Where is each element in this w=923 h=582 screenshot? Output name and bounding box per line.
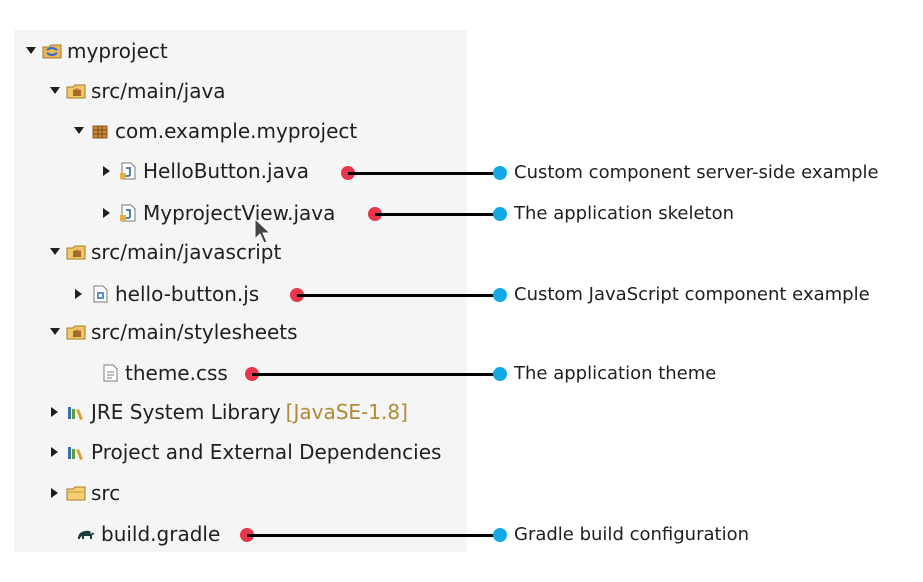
gradle-elephant-icon <box>76 524 96 544</box>
java-file-icon <box>118 203 138 223</box>
tree-item-myproject[interactable]: myproject <box>24 31 168 71</box>
package-icon <box>90 121 110 141</box>
folder-icon <box>66 483 86 503</box>
callout-end-marker <box>493 288 507 302</box>
tree-item-label: com.example.myproject <box>115 119 358 143</box>
tree-item-src-main-java[interactable]: src/main/java <box>48 71 226 111</box>
expand-arrow-down-icon[interactable] <box>72 124 86 138</box>
tree-item-label: build.gradle <box>101 522 221 546</box>
callout-end-marker <box>493 367 507 381</box>
tree-item-label: theme.css <box>125 361 228 385</box>
expand-arrow-right-icon[interactable] <box>48 445 62 459</box>
expand-arrow-down-icon[interactable] <box>48 325 62 339</box>
tree-item-project-external-dependencies[interactable]: Project and External Dependencies <box>48 432 441 472</box>
expand-arrow-right-icon[interactable] <box>72 287 86 301</box>
callout-connector-line <box>348 172 500 175</box>
tree-item-package[interactable]: com.example.myproject <box>72 111 357 151</box>
tree-item-hello-button-js[interactable]: hello-button.js <box>72 274 259 314</box>
expand-arrow-right-icon[interactable] <box>48 405 62 419</box>
callout-connector-line <box>297 294 500 297</box>
tree-item-label: JRE System Library <box>91 400 281 424</box>
tree-item-myprojectview-java[interactable]: MyprojectView.java <box>100 193 335 233</box>
css-file-icon <box>100 363 120 383</box>
callout-end-marker <box>493 166 507 180</box>
tree-item-label: MyprojectView.java <box>143 201 336 225</box>
callout-label: Gradle build configuration <box>514 524 749 545</box>
tree-item-label: src/main/stylesheets <box>91 320 298 344</box>
expand-arrow-right-icon[interactable] <box>100 206 114 220</box>
java-file-icon <box>118 161 138 181</box>
tree-item-label: myproject <box>67 39 168 63</box>
callout-connector-line <box>252 373 500 376</box>
tree-item-src-main-javascript[interactable]: src/main/javascript <box>48 232 281 272</box>
expand-arrow-down-icon[interactable] <box>24 44 38 58</box>
tree-item-jre-system-library[interactable]: JRE System Library [JavaSE-1.8] <box>48 392 408 432</box>
tree-item-build-gradle[interactable]: build.gradle <box>58 514 220 554</box>
callout-label: Custom JavaScript component example <box>514 284 870 305</box>
expand-arrow-down-icon[interactable] <box>48 245 62 259</box>
callout-end-marker <box>493 207 507 221</box>
mouse-cursor-icon <box>254 217 272 248</box>
project-icon <box>42 41 62 61</box>
callout-label: Custom component server-side example <box>514 162 879 183</box>
expand-arrow-right-icon[interactable] <box>100 164 114 178</box>
tree-item-src[interactable]: src <box>48 473 120 513</box>
callout-connector-line <box>247 534 500 537</box>
tree-item-label: Project and External Dependencies <box>91 440 442 464</box>
source-folder-icon <box>66 322 86 342</box>
jre-version-decoration: [JavaSE-1.8] <box>285 400 408 424</box>
callout-end-marker <box>493 528 507 542</box>
tree-item-label: HelloButton.java <box>143 159 309 183</box>
source-folder-icon <box>66 242 86 262</box>
library-icon <box>66 442 86 462</box>
tree-item-label: src/main/java <box>91 79 226 103</box>
tree-item-theme-css[interactable]: theme.css <box>82 353 228 393</box>
expand-arrow-down-icon[interactable] <box>48 84 62 98</box>
library-icon <box>66 402 86 422</box>
callout-label: The application skeleton <box>514 203 734 224</box>
expand-arrow-right-icon[interactable] <box>48 486 62 500</box>
callout-label: The application theme <box>514 363 717 384</box>
tree-item-label: src/main/javascript <box>91 240 282 264</box>
tree-item-src-main-stylesheets[interactable]: src/main/stylesheets <box>48 312 298 352</box>
tree-item-hellobutton-java[interactable]: HelloButton.java <box>100 151 309 191</box>
tree-item-label: src <box>91 481 121 505</box>
js-file-icon <box>90 284 110 304</box>
tree-item-label: hello-button.js <box>115 282 260 306</box>
source-folder-icon <box>66 81 86 101</box>
callout-connector-line <box>375 213 500 216</box>
